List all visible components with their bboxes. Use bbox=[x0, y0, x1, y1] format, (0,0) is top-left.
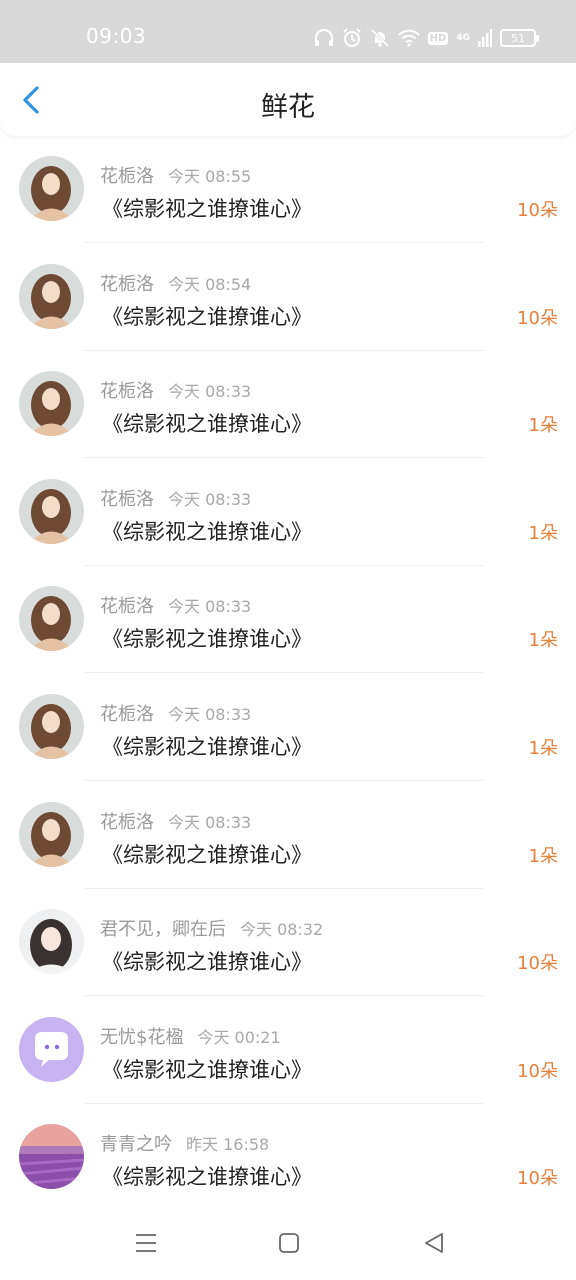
flower-count: 10朵 bbox=[517, 307, 558, 329]
sender-name: 花栀洛 bbox=[100, 596, 154, 618]
sent-time: 今天 08:33 bbox=[168, 812, 252, 832]
flower-count: 10朵 bbox=[517, 200, 558, 221]
list-item[interactable]: 无忧$花楹 今天 00:21 《综影视之谁撩谁心》 10朵 bbox=[0, 998, 576, 1106]
page-title: 鲜花 bbox=[261, 92, 315, 123]
sent-time: 今天 00:21 bbox=[197, 1027, 281, 1047]
avatar[interactable] bbox=[19, 263, 84, 329]
sender-line: 花栀洛 今天 08:33 bbox=[100, 485, 251, 511]
divider bbox=[84, 887, 484, 889]
sent-time: 今天 08:33 bbox=[168, 382, 252, 402]
back-triangle-icon[interactable] bbox=[424, 1232, 444, 1254]
sender-line: 花栀洛 今天 08:33 bbox=[100, 377, 251, 403]
alarm-icon bbox=[342, 28, 361, 47]
flower-count: 10朵 bbox=[517, 1168, 558, 1190]
flower-count: 10朵 bbox=[517, 1060, 558, 1082]
divider bbox=[84, 779, 484, 781]
avatar[interactable] bbox=[19, 371, 84, 437]
sender-name: 花栀洛 bbox=[100, 273, 154, 295]
sender-line: 青青之吟 昨天 16:58 bbox=[100, 1130, 269, 1156]
system-nav-bar bbox=[0, 1210, 576, 1280]
sender-name: 花栀洛 bbox=[100, 703, 154, 725]
sender-line: 花栀洛 今天 08:33 bbox=[100, 808, 251, 834]
divider bbox=[84, 672, 484, 674]
sent-time: 今天 08:55 bbox=[168, 167, 252, 186]
battery-icon: 51 bbox=[500, 29, 539, 47]
sent-time: 今天 08:33 bbox=[168, 489, 252, 509]
list-item[interactable]: 花栀洛 今天 08:33 《综影视之谁撩谁心》 1朵 bbox=[0, 783, 576, 891]
divider bbox=[84, 1102, 484, 1104]
sender-line: 花栀洛 今天 08:55 bbox=[100, 162, 251, 188]
book-title: 《综影视之谁撩谁心》 bbox=[102, 412, 312, 437]
list-item[interactable]: 花栀洛 今天 08:33 《综影视之谁撩谁心》 1朵 bbox=[0, 675, 576, 783]
divider bbox=[84, 242, 484, 243]
avatar[interactable] bbox=[19, 909, 84, 975]
book-title: 《综影视之谁撩谁心》 bbox=[102, 842, 312, 867]
sender-name: 花栀洛 bbox=[100, 811, 154, 833]
book-title: 《综影视之谁撩谁心》 bbox=[102, 519, 312, 544]
avatar[interactable] bbox=[19, 693, 84, 759]
sender-line: 无忧$花楹 今天 00:21 bbox=[100, 1023, 281, 1049]
signal-icon bbox=[478, 29, 492, 47]
book-title: 《综影视之谁撩谁心》 bbox=[102, 1165, 312, 1190]
flower-count: 1朵 bbox=[528, 737, 558, 759]
sender-line: 君不见，卿在后 今天 08:32 bbox=[100, 915, 323, 941]
avatar[interactable] bbox=[19, 801, 84, 867]
book-title: 《综影视之谁撩谁心》 bbox=[102, 950, 312, 975]
sender-name: 花栀洛 bbox=[100, 381, 154, 403]
book-title: 《综影视之谁撩谁心》 bbox=[102, 627, 312, 652]
book-title: 《综影视之谁撩谁心》 bbox=[102, 1057, 312, 1082]
status-time: 09:03 bbox=[86, 24, 147, 48]
battery-level: 51 bbox=[511, 31, 525, 45]
home-icon[interactable] bbox=[279, 1232, 299, 1254]
sender-line: 花栀洛 今天 08:33 bbox=[100, 700, 251, 726]
sent-time: 昨天 16:58 bbox=[186, 1135, 270, 1155]
status-bar: 09:03 HD 4G 51 bbox=[0, 0, 576, 63]
list-item[interactable]: 青青之吟 昨天 16:58 《综影视之谁撩谁心》 10朵 bbox=[0, 1105, 576, 1213]
list-item[interactable]: 花栀洛 今天 08:54 《综影视之谁撩谁心》 10朵 bbox=[0, 245, 576, 353]
divider bbox=[84, 457, 484, 459]
wifi-icon bbox=[397, 29, 420, 47]
sender-name: 君不见，卿在后 bbox=[100, 919, 226, 941]
divider bbox=[84, 349, 484, 351]
list-item[interactable]: 花栀洛 今天 08:33 《综影视之谁撩谁心》 1朵 bbox=[0, 460, 576, 568]
sent-time: 今天 08:33 bbox=[168, 597, 252, 617]
mute-bell-icon bbox=[370, 28, 389, 48]
list-item[interactable]: 花栀洛 今天 08:33 《综影视之谁撩谁心》 1朵 bbox=[0, 567, 576, 675]
book-title: 《综影视之谁撩谁心》 bbox=[102, 197, 312, 221]
list-item[interactable]: 花栀洛 今天 08:55 《综影视之谁撩谁心》 10朵 bbox=[0, 137, 576, 245]
sent-time: 今天 08:33 bbox=[168, 704, 252, 724]
avatar[interactable] bbox=[19, 478, 84, 544]
sender-name: 青青之吟 bbox=[100, 1134, 172, 1156]
list-item[interactable]: 花栀洛 今天 08:33 《综影视之谁撩谁心》 1朵 bbox=[0, 352, 576, 460]
menu-icon[interactable] bbox=[135, 1232, 157, 1254]
flower-count: 1朵 bbox=[528, 630, 558, 652]
headphones-icon bbox=[314, 29, 333, 46]
flower-count: 10朵 bbox=[517, 953, 558, 975]
hd-badge: HD bbox=[427, 31, 449, 45]
divider bbox=[84, 564, 484, 566]
avatar[interactable] bbox=[19, 1124, 84, 1190]
list-item[interactable]: 君不见，卿在后 今天 08:32 《综影视之谁撩谁心》 10朵 bbox=[0, 890, 576, 998]
book-title: 《综影视之谁撩谁心》 bbox=[102, 304, 312, 329]
flower-count: 1朵 bbox=[528, 415, 558, 437]
flower-gift-list: 花栀洛 今天 08:55 《综影视之谁撩谁心》 10朵 花栀洛 今天 08:54 《… bbox=[0, 137, 576, 1213]
avatar[interactable] bbox=[19, 1016, 84, 1082]
status-icons: HD 4G 51 bbox=[314, 26, 539, 50]
flower-count: 1朵 bbox=[528, 845, 558, 867]
nav-bar: 鲜花 bbox=[0, 63, 576, 136]
book-title: 《综影视之谁撩谁心》 bbox=[102, 734, 312, 759]
flower-count: 1朵 bbox=[528, 522, 558, 544]
sender-name: 无忧$花楹 bbox=[100, 1026, 184, 1048]
sender-name: 花栀洛 bbox=[100, 488, 154, 510]
sender-line: 花栀洛 今天 08:54 bbox=[100, 270, 251, 296]
divider bbox=[84, 995, 484, 997]
sent-time: 今天 08:32 bbox=[240, 920, 324, 940]
avatar[interactable] bbox=[19, 586, 84, 652]
sender-line: 花栀洛 今天 08:33 bbox=[100, 592, 251, 618]
network-type: 4G bbox=[456, 32, 470, 43]
sent-time: 今天 08:54 bbox=[168, 274, 252, 294]
sender-name: 花栀洛 bbox=[100, 166, 154, 187]
avatar[interactable] bbox=[19, 156, 84, 221]
